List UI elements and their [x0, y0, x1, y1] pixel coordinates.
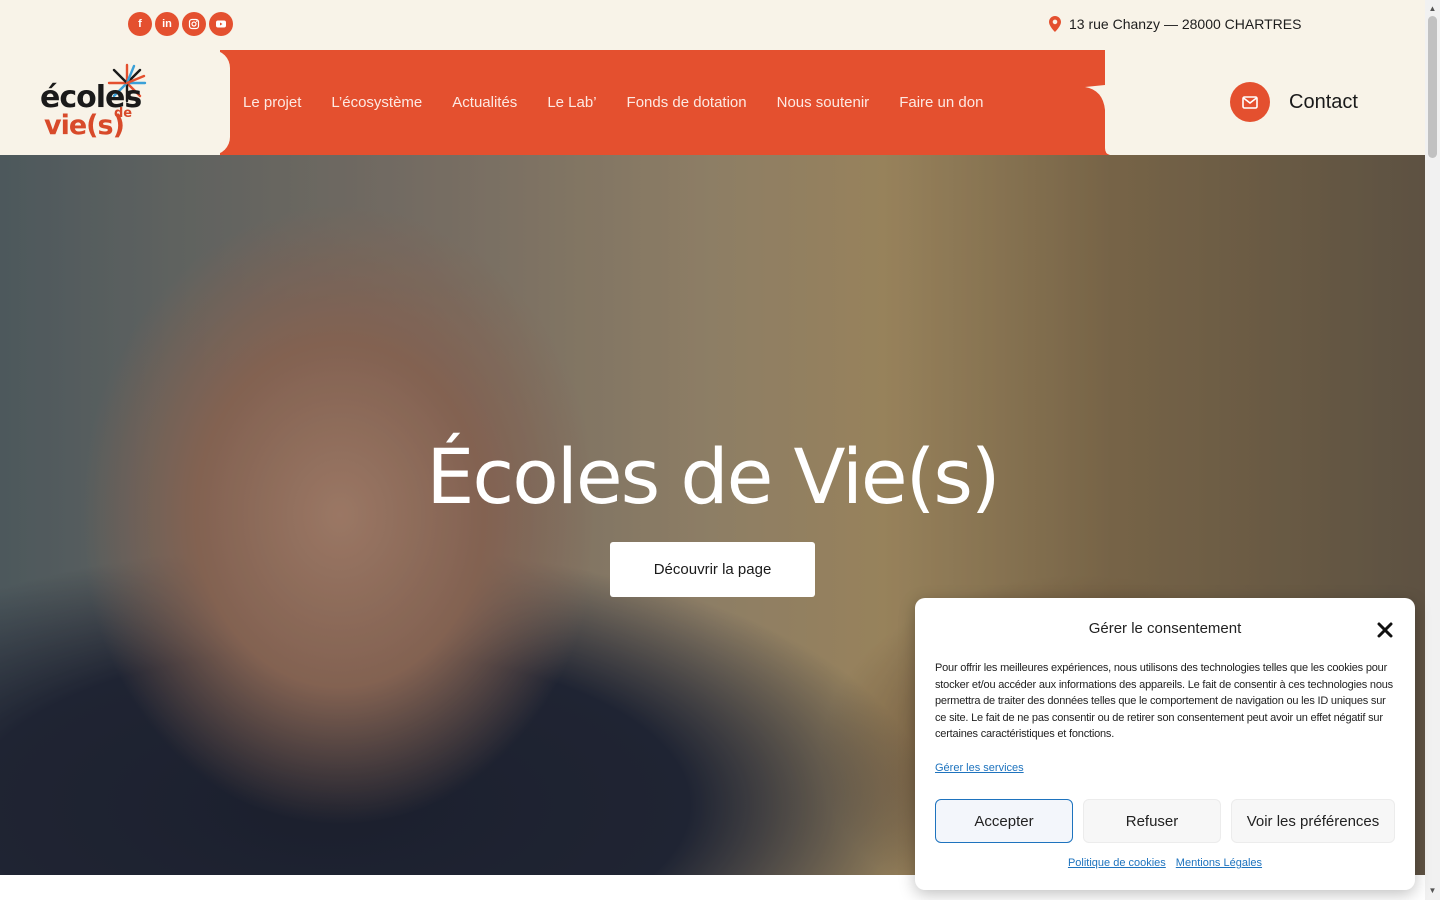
linkedin-icon: in — [162, 18, 172, 30]
nav-item-le-lab[interactable]: Le Lab’ — [547, 94, 596, 111]
contact-label: Contact — [1289, 90, 1358, 113]
scrollbar-thumb[interactable] — [1428, 16, 1437, 158]
nav-item-ecosysteme[interactable]: L’écosystème — [331, 94, 422, 111]
top-bar: f in 13 rue Chanzy — 28000 CHARTRES — [0, 0, 1425, 50]
legal-notice-link[interactable]: Mentions Légales — [1176, 857, 1262, 869]
instagram-icon — [188, 18, 200, 30]
main-nav: Le projet L’écosystème Actualités Le Lab… — [243, 50, 983, 155]
refuse-button[interactable]: Refuser — [1083, 799, 1221, 843]
logo-word-de: de — [114, 106, 133, 121]
consent-description: Pour offrir les meilleures expériences, … — [935, 662, 1393, 740]
youtube-icon — [216, 20, 226, 28]
hero-title: Écoles de Vie(s) — [426, 432, 1000, 521]
address: 13 rue Chanzy — 28000 CHARTRES — [1049, 16, 1301, 32]
close-icon[interactable] — [1376, 621, 1394, 639]
nav-item-le-projet[interactable]: Le projet — [243, 94, 301, 111]
nav-item-faire-un-don[interactable]: Faire un don — [899, 94, 983, 111]
facebook-icon: f — [138, 18, 142, 30]
manage-services-link[interactable]: Gérer les services — [935, 762, 1024, 774]
map-pin-icon — [1049, 16, 1061, 32]
scroll-up-arrow-icon[interactable]: ▲ — [1425, 4, 1440, 14]
facebook-link[interactable]: f — [128, 12, 152, 36]
discover-page-button[interactable]: Découvrir la page — [610, 542, 815, 597]
address-text: 13 rue Chanzy — 28000 CHARTRES — [1069, 16, 1302, 32]
consent-title: Gérer le consentement — [1088, 620, 1242, 637]
site-logo[interactable]: écoles vie(s) de — [38, 62, 150, 144]
cookie-consent-dialog: Gérer le consentement Pour offrir les me… — [915, 598, 1415, 890]
view-preferences-button[interactable]: Voir les préférences — [1231, 799, 1395, 843]
contact-button[interactable]: Contact — [1230, 82, 1358, 122]
nav-item-nous-soutenir[interactable]: Nous soutenir — [777, 94, 870, 111]
nav-band-left-edge — [200, 50, 230, 155]
page-scrollbar[interactable]: ▲ ▼ — [1425, 0, 1440, 900]
consent-footer-links: Politique de cookies Mentions Légales — [915, 857, 1415, 869]
scroll-down-arrow-icon[interactable]: ▼ — [1425, 886, 1440, 896]
accept-button[interactable]: Accepter — [935, 799, 1073, 843]
nav-band-right-edge — [1085, 50, 1125, 155]
social-links: f in — [128, 12, 233, 36]
envelope-icon — [1230, 82, 1270, 122]
cookie-policy-link[interactable]: Politique de cookies — [1068, 857, 1166, 869]
nav-item-fonds-de-dotation[interactable]: Fonds de dotation — [627, 94, 747, 111]
logo-word-vies: vie(s) — [44, 110, 125, 141]
nav-item-actualites[interactable]: Actualités — [452, 94, 517, 111]
linkedin-link[interactable]: in — [155, 12, 179, 36]
youtube-link[interactable] — [209, 12, 233, 36]
instagram-link[interactable] — [182, 12, 206, 36]
site-header: écoles vie(s) de Le projet L’écosystème … — [0, 50, 1425, 155]
